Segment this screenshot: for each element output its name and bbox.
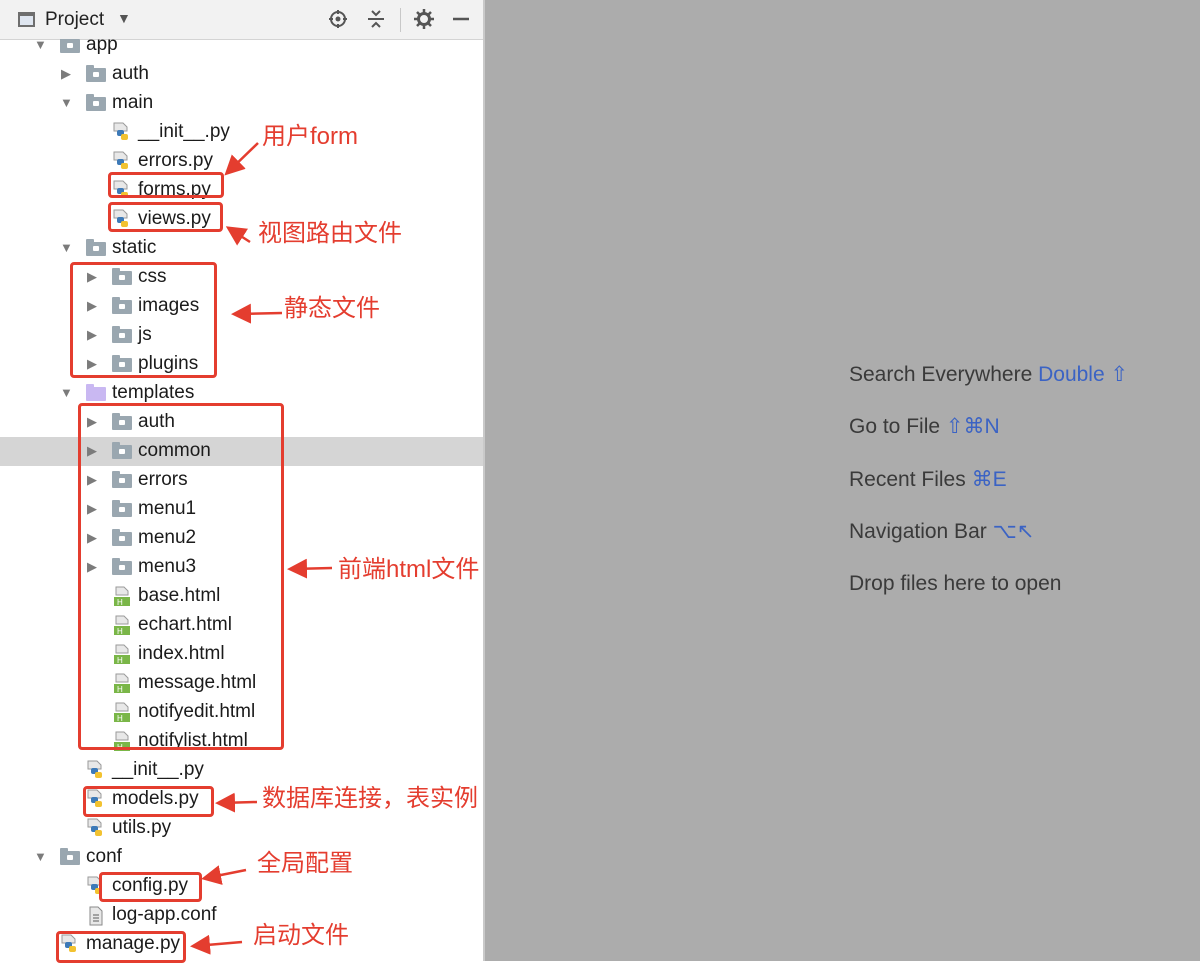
annotation-static-files: 静态文件 <box>284 295 380 322</box>
folder-icon <box>86 65 106 82</box>
tree-row[interactable]: forms.py <box>0 176 483 205</box>
annotation-box-forms <box>108 172 224 198</box>
tree-item-label: static <box>112 237 157 258</box>
tree-row[interactable]: ▶ auth <box>0 60 483 89</box>
text-file-icon <box>86 905 106 926</box>
tree-item-label: app <box>86 39 118 55</box>
annotation-view-routes: 视图路由文件 <box>258 220 402 247</box>
hint-text: Search Everywhere <box>849 363 1033 386</box>
tree-item-label: utils.py <box>112 817 172 838</box>
annotation-box-views <box>108 202 223 232</box>
collapse-arrow-icon[interactable]: ▼ <box>60 386 73 400</box>
python-file-icon <box>86 818 106 839</box>
tree-row[interactable]: utils.py <box>0 814 483 843</box>
project-view-selector[interactable]: Project <box>45 9 104 31</box>
tree-row[interactable]: views.py <box>0 205 483 234</box>
folder-icon <box>86 384 106 401</box>
hint-drop-files: Drop files here to open <box>849 572 1061 596</box>
minimize-icon[interactable] <box>448 6 474 32</box>
hint-go-to-file: Go to File ⇧⌘N <box>849 414 1000 439</box>
collapse-arrow-icon[interactable]: ▼ <box>34 39 47 52</box>
tree-row[interactable]: log-app.conf <box>0 901 483 930</box>
annotation-startup-file: 启动文件 <box>253 922 349 949</box>
hint-shortcut: ⌥↖ <box>992 520 1035 543</box>
editor-empty-area[interactable]: Search Everywhere Double ⇧ Go to File ⇧⌘… <box>485 0 1200 961</box>
hint-text: Go to File <box>849 415 941 438</box>
tree-row[interactable]: errors.py <box>0 147 483 176</box>
collapse-arrow-icon[interactable]: ▼ <box>60 96 73 110</box>
annotation-box-static <box>70 262 217 378</box>
tree-row[interactable]: config.py <box>0 872 483 901</box>
python-file-icon <box>112 151 132 172</box>
collapse-all-icon[interactable] <box>363 6 389 32</box>
tree-item-label: log-app.conf <box>112 904 217 925</box>
locate-icon[interactable] <box>325 6 351 32</box>
annotation-global-config: 全局配置 <box>257 850 353 877</box>
toolbar-separator <box>400 8 401 32</box>
tree-row[interactable]: ▼ static <box>0 234 483 263</box>
python-file-icon <box>86 760 106 781</box>
gear-icon[interactable] <box>411 6 437 32</box>
annotation-box-config <box>99 872 202 902</box>
annotation-frontend-html: 前端html文件 <box>338 556 480 583</box>
folder-icon <box>60 848 80 865</box>
annotation-user-form: 用户form <box>262 123 358 150</box>
tree-row[interactable]: __init__.py <box>0 118 483 147</box>
hint-shortcut: ⇧⌘N <box>945 415 1000 438</box>
hint-navigation-bar: Navigation Bar ⌥↖ <box>849 519 1034 544</box>
tree-item-label: templates <box>112 382 195 403</box>
tree-item-label: errors.py <box>138 150 213 171</box>
annotation-box-manage <box>56 931 186 963</box>
tree-item-label: __init__.py <box>138 121 230 142</box>
hint-text: Recent Files <box>849 468 966 491</box>
tree-row[interactable]: ▼ app <box>0 39 483 60</box>
project-toolbar: Project ▼ <box>0 0 483 40</box>
annotation-box-templates <box>78 403 284 750</box>
collapse-arrow-icon[interactable]: ▼ <box>60 241 73 255</box>
tree-item-label: __init__.py <box>112 759 204 780</box>
python-file-icon <box>112 122 132 143</box>
tree-item-label: main <box>112 92 154 113</box>
folder-icon <box>60 39 80 53</box>
folder-icon <box>86 239 106 256</box>
tree-item-label: auth <box>112 63 149 84</box>
annotation-database: 数据库连接，表实例 <box>262 785 478 812</box>
hint-shortcut: ⌘E <box>971 468 1007 491</box>
hint-shortcut: Double ⇧ <box>1038 363 1129 386</box>
tree-row[interactable]: ▼ main <box>0 89 483 118</box>
expand-arrow-icon[interactable]: ▶ <box>60 67 72 81</box>
tree-row[interactable]: ▼ conf <box>0 843 483 872</box>
hint-text: Drop files here to open <box>849 572 1062 595</box>
tree-item-label: conf <box>86 846 122 867</box>
hint-search-everywhere: Search Everywhere Double ⇧ <box>849 362 1128 387</box>
project-window-icon <box>18 12 35 27</box>
chevron-down-icon[interactable]: ▼ <box>117 10 131 26</box>
folder-icon <box>86 94 106 111</box>
hint-text: Navigation Bar <box>849 520 987 543</box>
annotation-box-models <box>83 786 214 817</box>
collapse-arrow-icon[interactable]: ▼ <box>34 850 47 864</box>
hint-recent-files: Recent Files ⌘E <box>849 467 1007 492</box>
